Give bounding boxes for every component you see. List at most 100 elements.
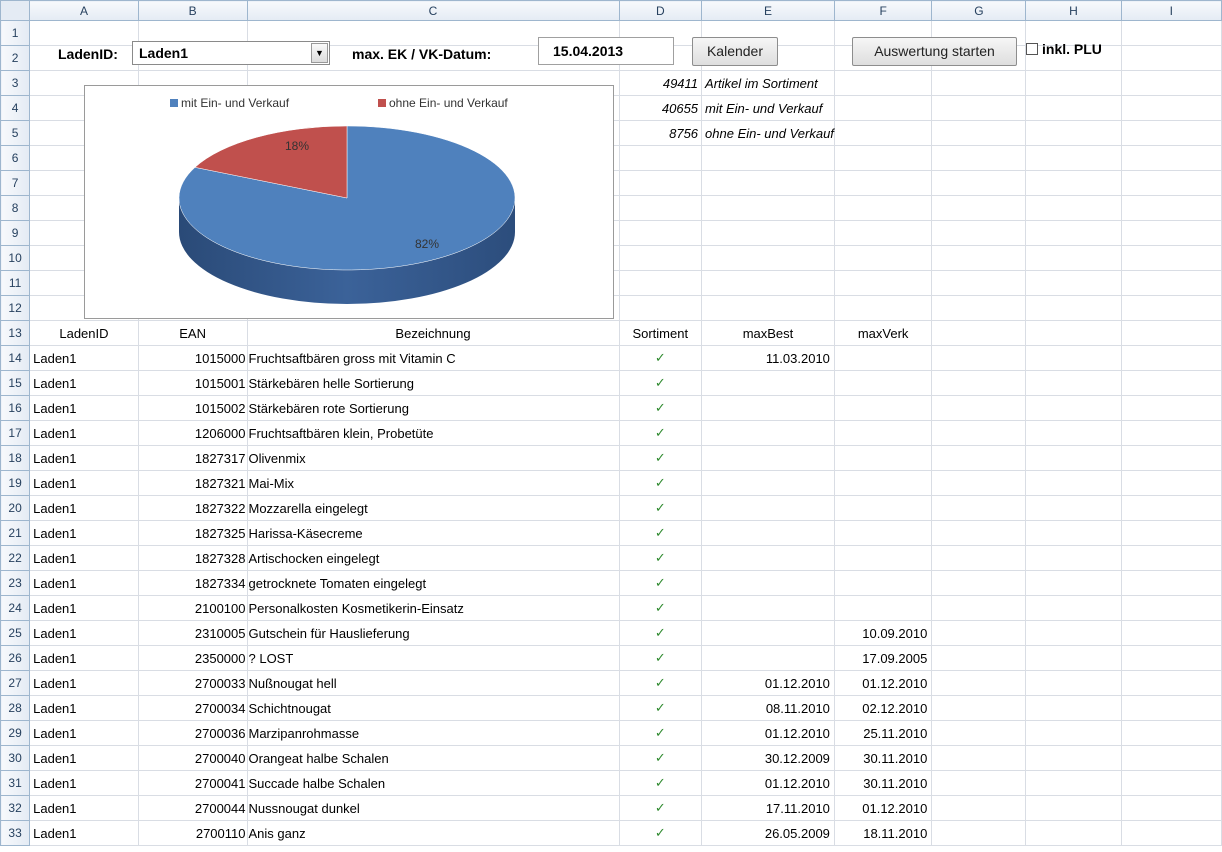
cell-bezeichnung[interactable]: Harissa-Käsecreme bbox=[246, 520, 620, 546]
cell[interactable] bbox=[931, 470, 1027, 496]
stat-count[interactable]: 40655 bbox=[618, 95, 703, 121]
row-header[interactable]: 28 bbox=[0, 695, 31, 721]
cell-ladenid[interactable]: Laden1 bbox=[29, 570, 139, 596]
cell[interactable] bbox=[1025, 720, 1122, 746]
cell[interactable] bbox=[1120, 495, 1222, 521]
cell[interactable] bbox=[618, 195, 703, 221]
cell-maxbest[interactable] bbox=[701, 570, 835, 596]
cell-bezeichnung[interactable]: Stärkebären helle Sortierung bbox=[246, 370, 620, 396]
cell[interactable] bbox=[1120, 745, 1222, 771]
cell-ladenid[interactable]: Laden1 bbox=[29, 620, 139, 646]
cell[interactable] bbox=[931, 120, 1027, 146]
row-header[interactable]: 23 bbox=[0, 570, 31, 596]
cell[interactable] bbox=[1025, 370, 1122, 396]
cell[interactable] bbox=[931, 495, 1027, 521]
cell-ladenid[interactable]: Laden1 bbox=[29, 745, 139, 771]
cell[interactable] bbox=[931, 645, 1027, 671]
cell-ean[interactable]: 1827334 bbox=[137, 570, 248, 596]
row-header[interactable]: 9 bbox=[0, 220, 31, 246]
cell[interactable] bbox=[1120, 20, 1222, 46]
cell[interactable] bbox=[1120, 345, 1222, 371]
dropdown-arrow-icon[interactable]: ▼ bbox=[311, 43, 328, 63]
cell-ean[interactable]: 1827322 bbox=[137, 495, 248, 521]
row-header[interactable]: 5 bbox=[0, 120, 31, 146]
cell-ean[interactable]: 2700040 bbox=[137, 745, 248, 771]
cell[interactable] bbox=[1120, 45, 1222, 71]
stat-count[interactable]: 8756 bbox=[618, 120, 703, 146]
cell-ladenid[interactable]: Laden1 bbox=[29, 695, 139, 721]
cell-maxbest[interactable] bbox=[701, 620, 835, 646]
cell-ladenid[interactable]: Laden1 bbox=[29, 395, 139, 421]
cell[interactable] bbox=[1025, 245, 1122, 271]
cell[interactable] bbox=[701, 195, 835, 221]
cell[interactable] bbox=[833, 245, 933, 271]
cell[interactable] bbox=[1120, 270, 1222, 296]
header-ladenid[interactable]: LadenID bbox=[29, 320, 139, 346]
check-icon[interactable]: ✓ bbox=[618, 670, 703, 696]
cell-ean[interactable]: 1015001 bbox=[137, 370, 248, 396]
cell-maxbest[interactable]: 08.11.2010 bbox=[701, 695, 835, 721]
row-header[interactable]: 1 bbox=[0, 20, 31, 46]
cell-ean[interactable]: 1827325 bbox=[137, 520, 248, 546]
row-header[interactable]: 21 bbox=[0, 520, 31, 546]
cell[interactable] bbox=[1025, 170, 1122, 196]
row-header[interactable]: 6 bbox=[0, 145, 31, 171]
cell[interactable] bbox=[931, 320, 1027, 346]
cell[interactable] bbox=[1025, 345, 1122, 371]
cell[interactable] bbox=[931, 770, 1027, 796]
column-header[interactable]: B bbox=[137, 0, 248, 21]
cell[interactable] bbox=[1120, 695, 1222, 721]
cell-ean[interactable]: 1015000 bbox=[137, 345, 248, 371]
cell-ladenid[interactable]: Laden1 bbox=[29, 720, 139, 746]
cell-bezeichnung[interactable]: Fruchtsaftbären klein, Probetüte bbox=[246, 420, 620, 446]
cell[interactable] bbox=[701, 170, 835, 196]
cell-maxverk[interactable]: 25.11.2010 bbox=[833, 720, 933, 746]
row-header[interactable]: 8 bbox=[0, 195, 31, 221]
cell[interactable] bbox=[833, 95, 933, 121]
cell-ean[interactable]: 2700034 bbox=[137, 695, 248, 721]
cell-ladenid[interactable]: Laden1 bbox=[29, 520, 139, 546]
check-icon[interactable]: ✓ bbox=[618, 495, 703, 521]
cell[interactable] bbox=[1120, 395, 1222, 421]
cell[interactable] bbox=[1120, 195, 1222, 221]
cell-maxbest[interactable] bbox=[701, 545, 835, 571]
check-icon[interactable]: ✓ bbox=[618, 645, 703, 671]
cell[interactable] bbox=[1025, 120, 1122, 146]
cell-maxbest[interactable] bbox=[701, 470, 835, 496]
cell-maxbest[interactable] bbox=[701, 595, 835, 621]
cell-ean[interactable]: 2700110 bbox=[137, 820, 248, 846]
inkl-plu-checkbox[interactable]: inkl. PLU bbox=[1026, 41, 1102, 57]
cell-maxverk[interactable]: 01.12.2010 bbox=[833, 795, 933, 821]
laden-id-combobox[interactable]: Laden1 ▼ bbox=[132, 41, 330, 65]
cell[interactable] bbox=[1120, 295, 1222, 321]
row-header[interactable]: 27 bbox=[0, 670, 31, 696]
pie-chart[interactable]: mit Ein- und Verkauf ohne Ein- und Verka… bbox=[84, 85, 614, 319]
check-icon[interactable]: ✓ bbox=[618, 545, 703, 571]
cell[interactable] bbox=[1025, 270, 1122, 296]
cell-bezeichnung[interactable]: Stärkebären rote Sortierung bbox=[246, 395, 620, 421]
cell[interactable] bbox=[833, 145, 933, 171]
row-header[interactable]: 7 bbox=[0, 170, 31, 196]
cell-maxbest[interactable] bbox=[701, 420, 835, 446]
check-icon[interactable]: ✓ bbox=[618, 795, 703, 821]
cell[interactable] bbox=[1120, 95, 1222, 121]
column-header[interactable]: F bbox=[833, 0, 933, 21]
header-sortiment[interactable]: Sortiment bbox=[618, 320, 703, 346]
cell[interactable] bbox=[1120, 145, 1222, 171]
row-header[interactable]: 30 bbox=[0, 745, 31, 771]
check-icon[interactable]: ✓ bbox=[618, 420, 703, 446]
cell-ean[interactable]: 2700044 bbox=[137, 795, 248, 821]
cell[interactable] bbox=[931, 70, 1027, 96]
cell[interactable] bbox=[1120, 420, 1222, 446]
cell-maxbest[interactable] bbox=[701, 495, 835, 521]
row-header[interactable]: 20 bbox=[0, 495, 31, 521]
cell-maxverk[interactable]: 17.09.2005 bbox=[833, 645, 933, 671]
stat-count[interactable]: 49411 bbox=[618, 70, 703, 96]
cell[interactable] bbox=[1120, 570, 1222, 596]
row-header[interactable]: 11 bbox=[0, 270, 31, 296]
check-icon[interactable]: ✓ bbox=[618, 720, 703, 746]
cell[interactable] bbox=[618, 295, 703, 321]
cell[interactable] bbox=[931, 720, 1027, 746]
cell[interactable] bbox=[1025, 145, 1122, 171]
row-header[interactable]: 12 bbox=[0, 295, 31, 321]
